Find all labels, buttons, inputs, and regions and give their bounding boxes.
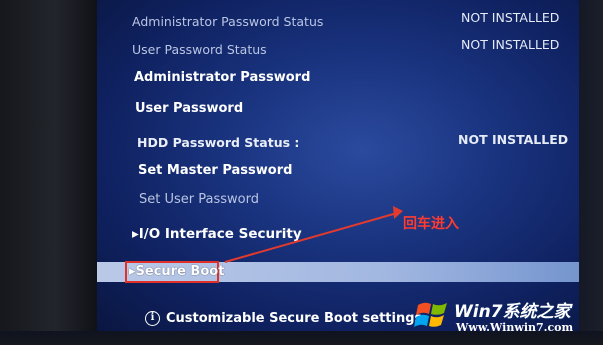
watermark: Win7系统之家 Www.Winwin7.com <box>412 295 602 341</box>
windows-logo-icon <box>414 302 447 327</box>
annotation-label: 回车进入 <box>403 216 459 232</box>
watermark-url: Www.Winwin7.com <box>456 321 574 334</box>
bios-screen: Administrator Password Status NOT INSTAL… <box>97 0 579 334</box>
help-text-row: i Customizable Secure Boot settings <box>145 311 422 326</box>
monitor-bezel-left <box>0 0 100 345</box>
info-icon: i <box>145 311 160 326</box>
annotation-arrow <box>224 206 403 263</box>
help-text: Customizable Secure Boot settings <box>166 311 423 326</box>
watermark-title: Win7系统之家 <box>454 302 571 322</box>
